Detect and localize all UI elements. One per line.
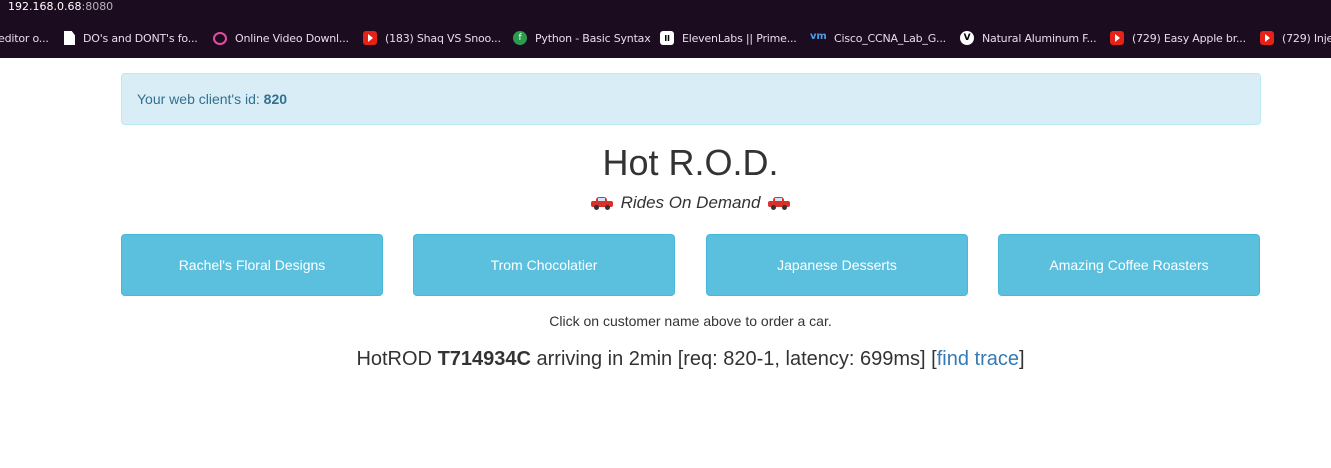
bookmark-label: (729) Easy Apple br... <box>1132 31 1246 45</box>
client-id-label: Your web client's id: <box>137 91 264 107</box>
client-id-alert: Your web client's id: 820 <box>121 73 1261 125</box>
vm-icon: vm <box>810 31 827 42</box>
bookmark-item[interactable]: DO's and DONT's fo... <box>64 18 198 58</box>
bookmark-item[interactable]: (729) Easy Apple br... <box>1110 18 1246 58</box>
url-port: :8080 <box>81 0 114 13</box>
elevenlabs-icon: II <box>660 31 674 45</box>
bookmark-label: Cisco_CCNA_Lab_G... <box>834 31 946 45</box>
url-text[interactable]: 192.168.0.68:8080 <box>8 0 113 13</box>
status-suffix: ] <box>1018 348 1025 370</box>
v-icon: V <box>960 31 974 45</box>
bookmark-item[interactable]: (729) Inje <box>1260 18 1331 58</box>
bookmark-item[interactable]: Online Video Downl... <box>213 18 349 58</box>
customer-button[interactable]: Trom Chocolatier <box>413 234 675 296</box>
youtube-icon <box>363 31 377 45</box>
python-icon: f <box>513 31 527 45</box>
subtitle-text: Rides On Demand <box>620 193 761 212</box>
bookmark-label: Natural Aluminum F... <box>982 31 1097 45</box>
circle-icon <box>213 31 227 45</box>
bookmark-label: editor o... <box>0 31 49 45</box>
customer-button[interactable]: Rachel's Floral Designs <box>121 234 383 296</box>
car-id: T714934C <box>437 348 531 370</box>
status-prefix: HotROD <box>356 348 438 370</box>
bookmark-item[interactable]: (183) Shaq VS Snoo... <box>363 18 501 58</box>
customer-button[interactable]: Amazing Coffee Roasters <box>998 234 1260 296</box>
bookmarks-bar: editor o... DO's and DONT's fo... Online… <box>0 18 1331 58</box>
bookmark-item[interactable]: editor o... <box>0 18 49 58</box>
bookmark-item[interactable]: vm Cisco_CCNA_Lab_G... <box>810 18 946 58</box>
instruction-text: Click on customer name above to order a … <box>549 313 832 329</box>
document-icon <box>64 31 75 45</box>
bookmark-item[interactable]: f Python - Basic Syntax <box>513 18 651 58</box>
bookmark-label: DO's and DONT's fo... <box>83 31 198 45</box>
customer-buttons: Rachel's Floral Designs Trom Chocolatier… <box>121 234 1261 296</box>
client-id-value: 820 <box>263 91 288 107</box>
page-title: Hot R.O.D. <box>602 142 779 183</box>
customer-button[interactable]: Japanese Desserts <box>706 234 968 296</box>
bookmark-item[interactable]: II ElevenLabs || Prime... <box>660 18 797 58</box>
bookmark-label: Python - Basic Syntax <box>535 31 651 45</box>
find-trace-link[interactable]: find trace <box>937 348 1019 370</box>
youtube-icon <box>1260 31 1274 45</box>
car-icon <box>590 196 613 210</box>
address-bar[interactable]: 192.168.0.68:8080 <box>0 0 1331 18</box>
youtube-icon <box>1110 31 1124 45</box>
bookmark-label: ElevenLabs || Prime... <box>682 31 797 45</box>
bookmark-label: Online Video Downl... <box>235 31 349 45</box>
ride-status: HotROD T714934C arriving in 2min [req: 8… <box>0 348 1331 371</box>
url-host: 192.168.0.68 <box>8 0 82 13</box>
car-icon <box>768 196 791 210</box>
bookmark-item[interactable]: V Natural Aluminum F... <box>960 18 1097 58</box>
status-details: arriving in 2min [req: 820-1, latency: 6… <box>530 348 937 370</box>
bookmark-label: (183) Shaq VS Snoo... <box>385 31 501 45</box>
page-subtitle: Rides On Demand <box>0 193 1331 213</box>
bookmark-label: (729) Inje <box>1282 31 1331 45</box>
